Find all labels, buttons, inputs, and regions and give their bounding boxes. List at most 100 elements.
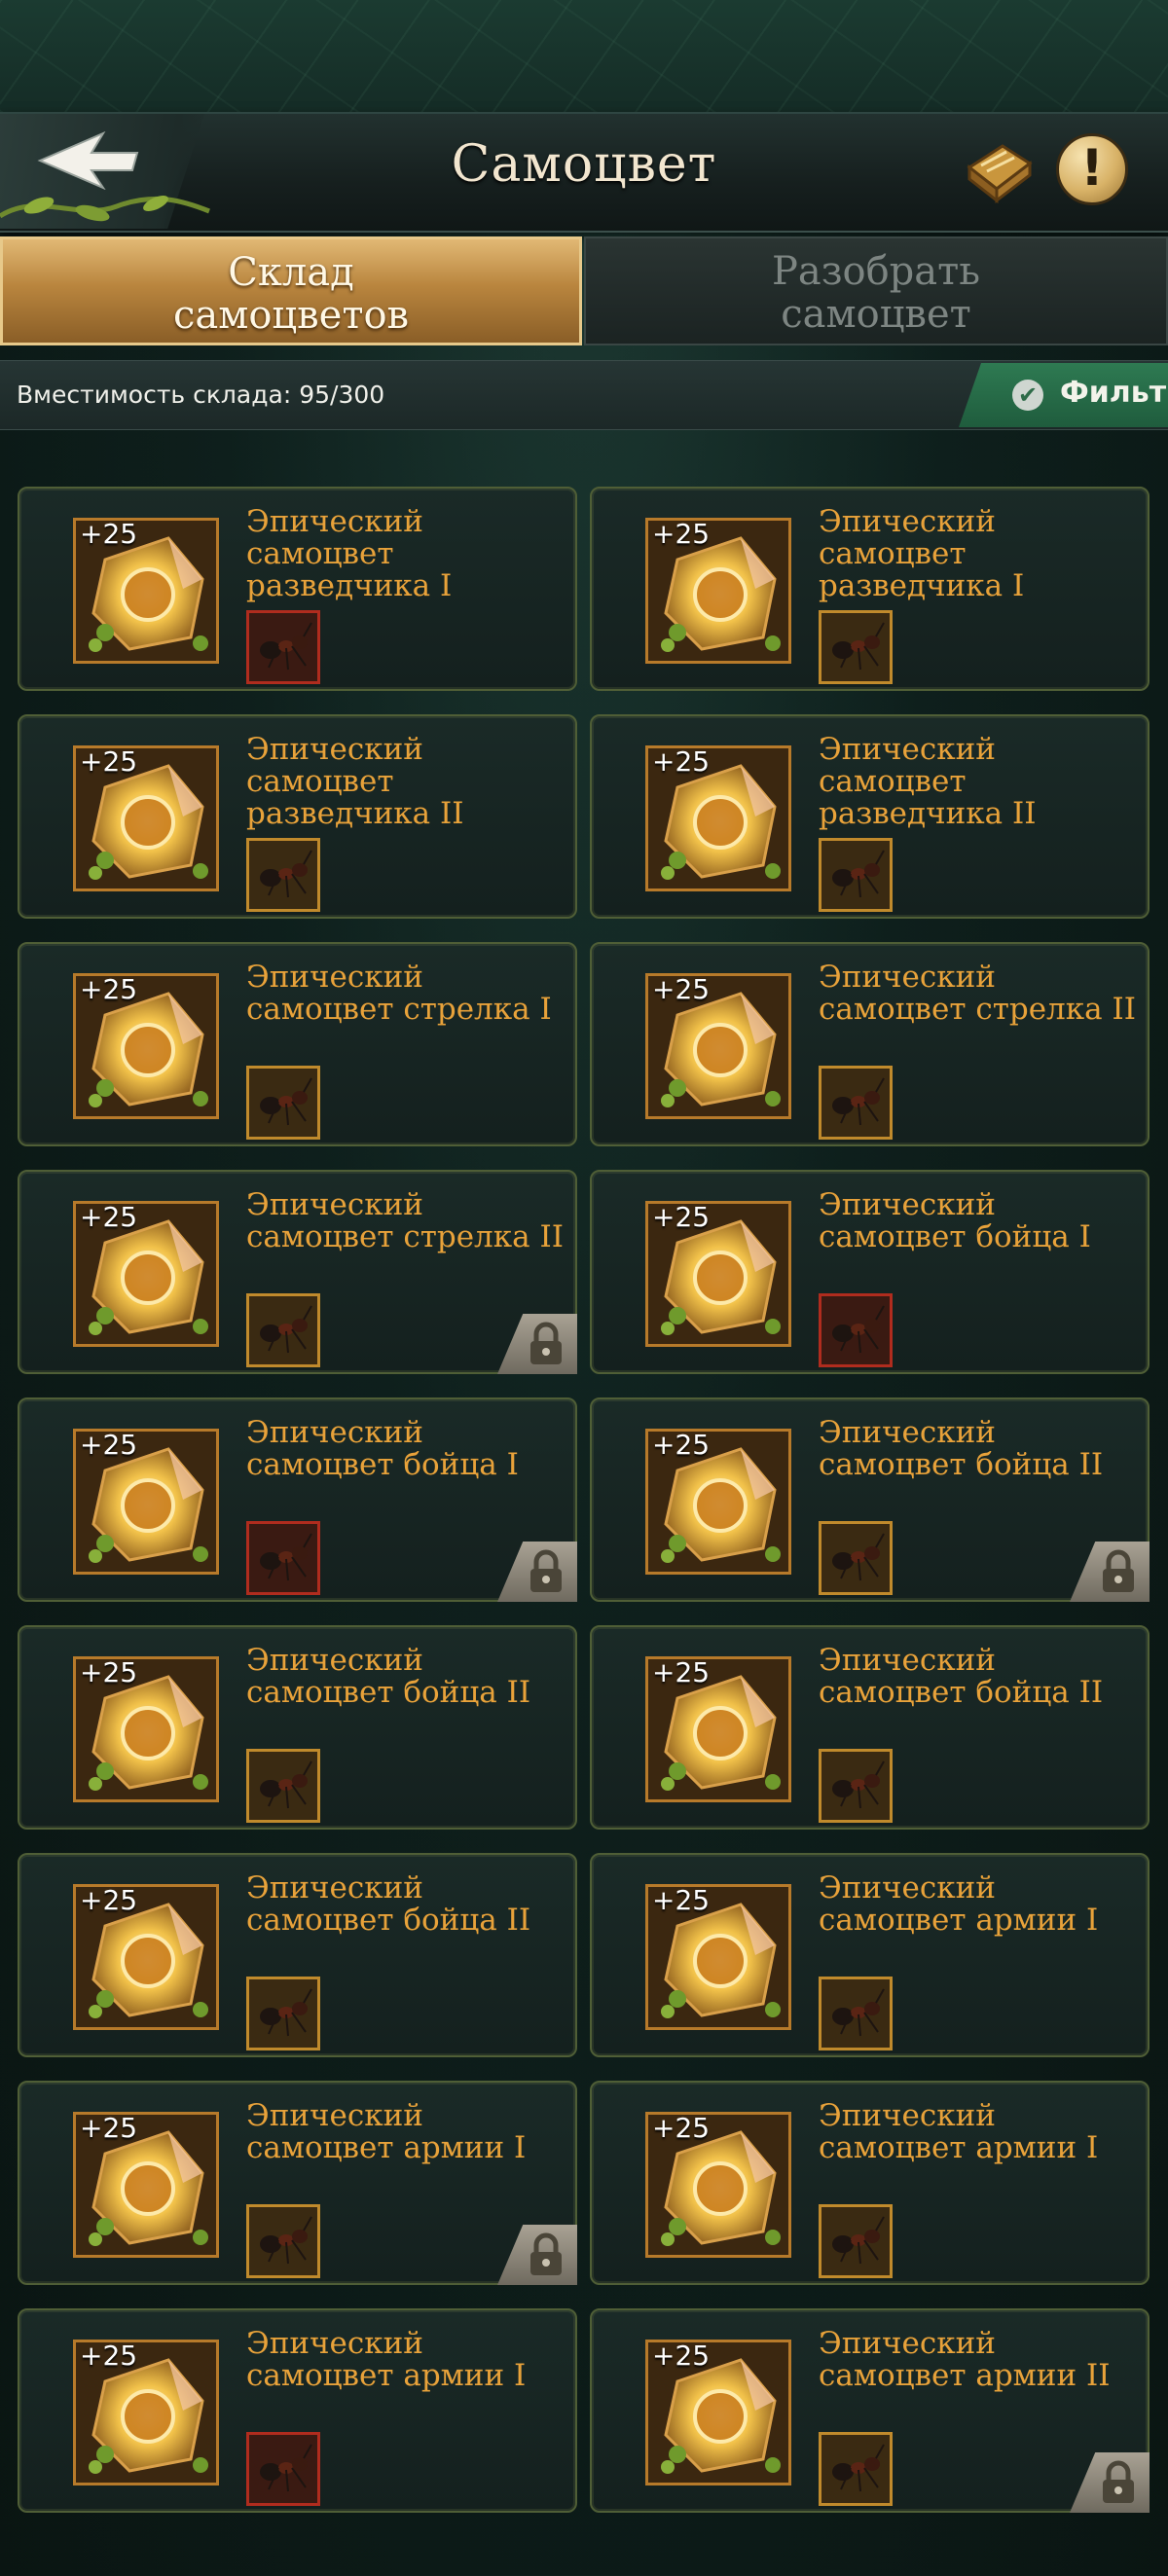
- gem-name: Эпический самоцвет бойца II: [246, 1870, 531, 1938]
- gem-card[interactable]: +25 Эпический самоцвет бойца II: [590, 1397, 1150, 1602]
- lock-badge: [1070, 1542, 1150, 1602]
- tab-label-line2: самоцвет: [781, 292, 971, 337]
- storage-capacity-text: Вместимость склада: 95/300: [17, 381, 385, 409]
- gem-name: Эпический самоцвет стрелка II: [246, 1187, 564, 1254]
- gem-level: +25: [80, 518, 138, 550]
- tab-label-line2: самоцветов: [172, 293, 410, 338]
- lock-icon: [530, 2232, 562, 2275]
- vine-decoration: [0, 195, 210, 222]
- gem-name: Эпический самоцвет бойца II: [246, 1643, 531, 1710]
- ant-icon: [246, 1521, 320, 1595]
- ant-icon: [819, 610, 893, 684]
- gem-level: +25: [80, 1429, 138, 1461]
- info-button[interactable]: !: [1056, 133, 1128, 205]
- gem-level: +25: [652, 2112, 711, 2144]
- header-bar: Самоцвет !: [0, 112, 1168, 233]
- gem-level: +25: [80, 2340, 138, 2372]
- tab-gem-storage[interactable]: Склад самоцветов: [0, 236, 582, 345]
- gem-card[interactable]: +25 Эпический самоцвет разведчика I: [590, 487, 1150, 691]
- lock-badge: [497, 1542, 577, 1602]
- gem-name: Эпический самоцвет армии I: [819, 2098, 1099, 2165]
- filter-button[interactable]: ✔ Фильт: [959, 363, 1168, 427]
- gem-card[interactable]: +25 Эпический самоцвет бойца II: [18, 1625, 577, 1830]
- ant-icon: [819, 838, 893, 912]
- gem-level: +25: [80, 1884, 138, 1916]
- gem-card[interactable]: +25 Эпический самоцвет стрелка II: [18, 1170, 577, 1374]
- back-arrow-icon: [37, 131, 139, 190]
- ant-icon: [246, 2204, 320, 2278]
- book-button[interactable]: [964, 138, 1034, 206]
- lock-icon: [1103, 2460, 1134, 2503]
- lock-icon: [530, 1549, 562, 1592]
- gem-name: Эпический самоцвет армии I: [246, 2098, 527, 2165]
- ant-icon: [819, 1749, 893, 1823]
- lock-icon: [530, 1322, 562, 1364]
- gem-name: Эпический самоцвет бойца II: [819, 1643, 1104, 1710]
- ant-icon: [246, 838, 320, 912]
- lock-badge: [497, 1314, 577, 1374]
- gem-level: +25: [652, 1656, 711, 1688]
- lock-badge: [497, 2225, 577, 2285]
- storage-capacity-bar: Вместимость склада: 95/300 ✔ Фильт: [0, 360, 1168, 430]
- gem-card[interactable]: +25 Эпический самоцвет разведчика II: [18, 714, 577, 919]
- info-icon: !: [1080, 139, 1104, 198]
- ant-icon: [246, 2432, 320, 2506]
- ant-icon: [246, 1066, 320, 1140]
- tab-bar: Склад самоцветов Разобрать самоцвет: [0, 236, 1168, 345]
- gem-card[interactable]: +25 Эпический самоцвет бойца II: [590, 1625, 1150, 1830]
- book-icon: [967, 144, 1033, 204]
- ant-icon: [246, 610, 320, 684]
- gem-name: Эпический самоцвет бойца II: [819, 1415, 1104, 1482]
- gem-card[interactable]: +25 Эпический самоцвет разведчика II: [590, 714, 1150, 919]
- ant-icon: [246, 1293, 320, 1367]
- lock-icon: [1103, 1549, 1134, 1592]
- gem-card[interactable]: +25 Эпический самоцвет армии I: [18, 2308, 577, 2513]
- gem-name: Эпический самоцвет армии II: [819, 2326, 1111, 2393]
- gem-name: Эпический самоцвет разведчика I: [819, 504, 1025, 603]
- gem-card[interactable]: +25 Эпический самоцвет армии I: [590, 2081, 1150, 2285]
- lock-badge: [1070, 2452, 1150, 2513]
- gem-level: +25: [80, 2112, 138, 2144]
- gem-name: Эпический самоцвет разведчика I: [246, 504, 453, 603]
- gem-level: +25: [652, 745, 711, 778]
- gem-card[interactable]: +25 Эпический самоцвет армии I: [18, 2081, 577, 2285]
- ant-icon: [819, 1521, 893, 1595]
- gem-name: Эпический самоцвет разведчика II: [246, 732, 464, 831]
- gem-card[interactable]: +25 Эпический самоцвет армии II: [590, 2308, 1150, 2513]
- ant-icon: [819, 2204, 893, 2278]
- gem-card[interactable]: +25 Эпический самоцвет бойца I: [18, 1397, 577, 1602]
- gem-name: Эпический самоцвет армии I: [819, 1870, 1099, 1938]
- tab-label-line1: Разобрать: [771, 249, 981, 294]
- ant-icon: [819, 1066, 893, 1140]
- gem-level: +25: [80, 973, 138, 1005]
- gem-card[interactable]: +25 Эпический самоцвет стрелка I: [18, 942, 577, 1146]
- gem-card[interactable]: +25 Эпический самоцвет бойца I: [590, 1170, 1150, 1374]
- filter-label: Фильт: [1060, 376, 1167, 410]
- ant-icon: [246, 1749, 320, 1823]
- ant-icon: [819, 1293, 893, 1367]
- gem-name: Эпический самоцвет армии I: [246, 2326, 527, 2393]
- gem-card[interactable]: +25 Эпический самоцвет стрелка II: [590, 942, 1150, 1146]
- gem-name: Эпический самоцвет бойца I: [819, 1187, 1091, 1254]
- gem-level: +25: [80, 1656, 138, 1688]
- gem-level: +25: [652, 973, 711, 1005]
- page-title: Самоцвет: [451, 135, 717, 194]
- gem-name: Эпический самоцвет бойца I: [246, 1415, 519, 1482]
- gem-level: +25: [652, 1429, 711, 1461]
- gem-card[interactable]: +25 Эпический самоцвет бойца II: [18, 1853, 577, 2057]
- tab-label-line1: Склад: [228, 250, 354, 295]
- gem-level: +25: [652, 2340, 711, 2372]
- gem-level: +25: [80, 745, 138, 778]
- ant-icon: [819, 2432, 893, 2506]
- gem-name: Эпический самоцвет стрелка II: [819, 960, 1136, 1027]
- gem-level: +25: [652, 1201, 711, 1233]
- gem-card[interactable]: +25 Эпический самоцвет разведчика I: [18, 487, 577, 691]
- gem-card[interactable]: +25 Эпический самоцвет армии I: [590, 1853, 1150, 2057]
- gem-level: +25: [80, 1201, 138, 1233]
- background-decoration: [0, 0, 1168, 112]
- ant-icon: [819, 1977, 893, 2050]
- gem-name: Эпический самоцвет разведчика II: [819, 732, 1037, 831]
- gem-level: +25: [652, 1884, 711, 1916]
- tab-disassemble-gem[interactable]: Разобрать самоцвет: [584, 236, 1168, 345]
- check-icon: ✔: [1012, 380, 1043, 411]
